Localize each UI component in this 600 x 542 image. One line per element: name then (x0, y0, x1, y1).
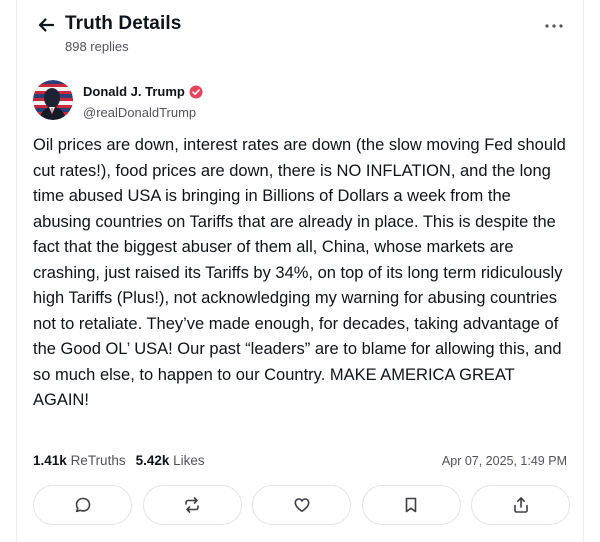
verified-badge-icon (189, 85, 203, 98)
truth-details-page: Truth Details 898 replies Donald J. Trum… (0, 0, 600, 542)
reply-icon (75, 497, 90, 513)
author-name[interactable]: Donald J. Trump (83, 84, 203, 99)
retruths-label: ReTruths (70, 453, 126, 468)
post-stats: 1.41k ReTruths 5.42k Likes Apr 07, 2025, … (33, 453, 567, 473)
likes-count: 5.42k (135, 453, 170, 468)
share-button[interactable] (471, 485, 570, 525)
author-handle[interactable]: @realDonaldTrump (83, 105, 196, 120)
avatar[interactable] (33, 80, 73, 120)
like-button[interactable] (252, 485, 351, 525)
more-options-button[interactable] (541, 16, 567, 36)
retruths-stat[interactable]: 1.41k ReTruths (33, 453, 126, 468)
arrow-left-icon (38, 18, 55, 32)
post-timestamp: Apr 07, 2025, 1:49 PM (441, 454, 567, 468)
bookmark-icon (405, 497, 417, 513)
reply-button[interactable] (33, 485, 132, 525)
post-body-text: Oil prices are down, interest rates are … (33, 136, 566, 409)
header: Truth Details 898 replies (35, 10, 565, 60)
share-icon (513, 497, 528, 513)
likes-stat[interactable]: 5.42k Likes (136, 453, 205, 468)
frame-left-border (16, 0, 17, 542)
likes-label: Likes (173, 453, 205, 468)
more-horizontal-icon (545, 24, 563, 28)
heart-icon (294, 498, 309, 512)
frame-right-border (583, 0, 584, 542)
engagement-counts: 1.41k ReTruths 5.42k Likes (33, 453, 205, 468)
action-bar (33, 485, 570, 525)
author-name-text: Donald J. Trump (83, 84, 185, 99)
avatar-image (33, 80, 73, 120)
page-title: Truth Details (65, 13, 182, 34)
back-button[interactable] (35, 14, 57, 36)
replies-count: 898 replies (65, 39, 129, 54)
bookmark-button[interactable] (361, 485, 461, 525)
retruths-count: 1.41k (33, 453, 67, 468)
retruth-button[interactable] (142, 485, 242, 525)
retruth-icon (185, 497, 199, 513)
